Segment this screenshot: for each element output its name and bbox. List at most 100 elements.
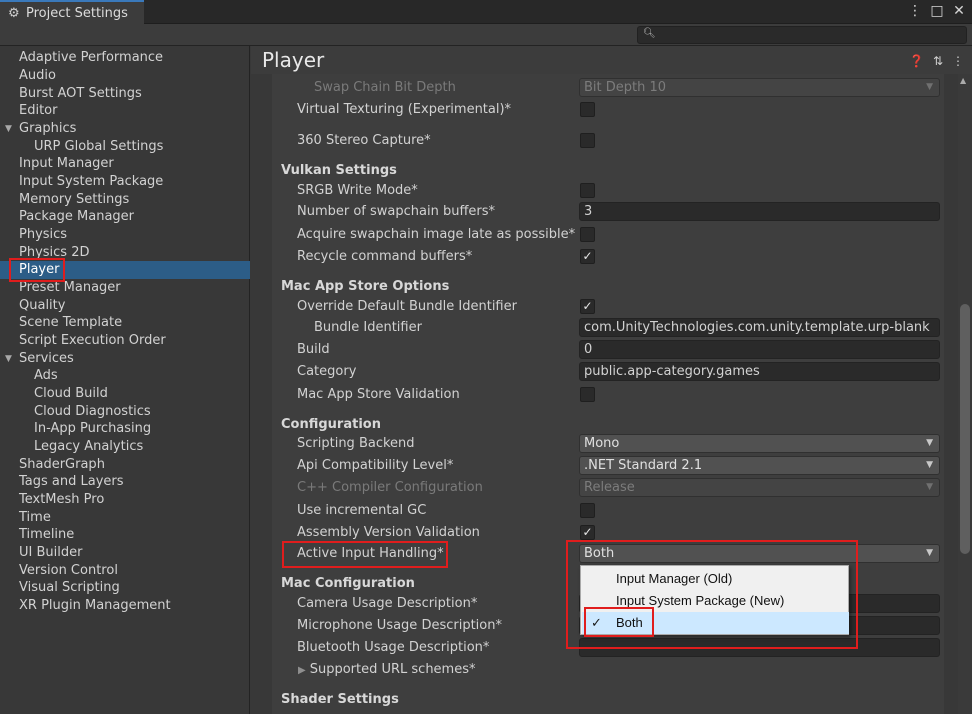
sidebar-item-services[interactable]: ▼ Services xyxy=(0,350,250,368)
scripting-backend-dropdown[interactable]: Mono ▼ xyxy=(579,434,940,453)
dropdown-value: Release xyxy=(584,480,635,495)
sidebar-item-input-system-package[interactable]: Input System Package xyxy=(0,173,250,191)
api-level-dropdown[interactable]: .NET Standard 2.1 ▼ xyxy=(579,456,940,475)
sidebar-item-label: Memory Settings xyxy=(19,192,130,207)
sidebar-item-version-control[interactable]: Version Control xyxy=(0,562,250,580)
virtual-texturing-checkbox[interactable] xyxy=(580,102,595,117)
srgb-write-label: SRGB Write Mode* xyxy=(297,183,418,198)
sidebar-item-textmesh-pro[interactable]: TextMesh Pro xyxy=(0,491,250,509)
url-schemes-row[interactable]: ▶ Supported URL schemes* xyxy=(272,660,944,680)
acquire-late-checkbox[interactable] xyxy=(580,227,595,242)
scroll-up-icon[interactable]: ▲ xyxy=(960,76,966,85)
sidebar-item-label: Visual Scripting xyxy=(19,580,120,595)
sidebar-item-cloud-build[interactable]: Cloud Build xyxy=(0,385,250,403)
foldout-arrow-icon: ▶ xyxy=(298,665,306,676)
sidebar-item-adaptive-performance[interactable]: Adaptive Performance xyxy=(0,49,250,67)
assembly-validation-checkbox[interactable]: ✓ xyxy=(580,525,595,540)
chevron-down-icon: ▼ xyxy=(926,82,933,92)
menu-icon[interactable]: ⋮ xyxy=(952,54,964,68)
stereo-capture-checkbox[interactable] xyxy=(580,133,595,148)
dropdown-value: .NET Standard 2.1 xyxy=(584,458,703,473)
maximize-button[interactable]: □ xyxy=(930,3,944,19)
sidebar-item-label: TextMesh Pro xyxy=(19,492,105,507)
store-validation-checkbox[interactable] xyxy=(580,387,595,402)
chevron-down-icon: ▼ xyxy=(926,438,933,448)
tab-title: Project Settings xyxy=(26,6,128,21)
expand-arrow-icon[interactable]: ▼ xyxy=(5,350,12,368)
store-validation-label: Mac App Store Validation xyxy=(297,387,460,402)
sidebar-item-cloud-diagnostics[interactable]: Cloud Diagnostics xyxy=(0,403,250,421)
chevron-down-icon: ▼ xyxy=(926,482,933,492)
sidebar-item-label: Input System Package xyxy=(19,174,164,189)
sidebar-item-label: URP Global Settings xyxy=(34,139,164,154)
sidebar-item-ui-builder[interactable]: UI Builder xyxy=(0,544,250,562)
sidebar-item-input-manager[interactable]: Input Manager xyxy=(0,155,250,173)
sidebar-item-quality[interactable]: Quality xyxy=(0,297,250,315)
sidebar-item-in-app-purchasing[interactable]: In-App Purchasing xyxy=(0,420,250,438)
annotation-box-both-option xyxy=(584,607,654,637)
search-bar: 🔍︎ xyxy=(0,24,972,46)
sidebar-item-memory-settings[interactable]: Memory Settings xyxy=(0,191,250,209)
sidebar-item-tags-layers[interactable]: Tags and Layers xyxy=(0,473,250,491)
sidebar-item-label: XR Plugin Management xyxy=(19,598,171,613)
sidebar-item-label: Physics xyxy=(19,227,68,242)
cpp-config-row: C++ Compiler Configuration Release ▼ xyxy=(272,478,944,498)
header-icons: ❓ ⇅ ⋮ xyxy=(909,54,964,68)
sidebar-item-time[interactable]: Time xyxy=(0,509,250,527)
sidebar-item-urp-global[interactable]: URP Global Settings xyxy=(0,138,250,156)
sidebar-item-script-execution-order[interactable]: Script Execution Order xyxy=(0,332,250,350)
bundle-id-field[interactable]: com.UnityTechnologies.com.unity.template… xyxy=(579,318,940,337)
sidebar-item-ads[interactable]: Ads xyxy=(0,367,250,385)
recycle-buffers-row: Recycle command buffers* ✓ xyxy=(272,247,944,267)
srgb-write-checkbox[interactable] xyxy=(580,183,595,198)
sidebar-item-physics[interactable]: Physics xyxy=(0,226,250,244)
sidebar-item-xr-plugin-management[interactable]: XR Plugin Management xyxy=(0,597,250,615)
sidebar-item-shadergraph[interactable]: ShaderGraph xyxy=(0,456,250,474)
gear-icon: ⚙ xyxy=(8,6,20,21)
chevron-down-icon: ▼ xyxy=(926,460,933,470)
recycle-buffers-checkbox[interactable]: ✓ xyxy=(580,249,595,264)
sidebar-item-visual-scripting[interactable]: Visual Scripting xyxy=(0,579,250,597)
annotation-box-player xyxy=(9,258,65,282)
sidebar-item-scene-template[interactable]: Scene Template xyxy=(0,314,250,332)
sidebar-item-legacy-analytics[interactable]: Legacy Analytics xyxy=(0,438,250,456)
incremental-gc-label: Use incremental GC xyxy=(297,503,427,518)
sidebar-item-label: Timeline xyxy=(19,527,75,542)
scripting-backend-label: Scripting Backend xyxy=(297,436,415,451)
search-input[interactable]: 🔍︎ xyxy=(637,26,967,44)
main-header: Player ❓ ⇅ ⋮ xyxy=(251,46,972,74)
api-level-label: Api Compatibility Level* xyxy=(297,458,454,473)
close-button[interactable]: ✕ xyxy=(952,3,966,19)
annotation-box-active-input-label xyxy=(282,541,448,568)
cpp-config-label: C++ Compiler Configuration xyxy=(297,480,483,495)
more-options-button[interactable]: ⋮ xyxy=(908,3,922,19)
preset-icon[interactable]: ⇅ xyxy=(933,54,943,68)
category-field[interactable]: public.app-category.games xyxy=(579,362,940,381)
sidebar-item-graphics[interactable]: ▼ Graphics xyxy=(0,120,250,138)
search-icon: 🔍︎ xyxy=(643,28,656,39)
incremental-gc-checkbox[interactable] xyxy=(580,503,595,518)
swapchain-buffers-label: Number of swapchain buffers* xyxy=(297,204,496,219)
cpp-config-dropdown: Release ▼ xyxy=(579,478,940,497)
swapchain-buffers-field[interactable]: 3 xyxy=(579,202,940,221)
tab-project-settings[interactable]: ⚙ Project Settings xyxy=(0,0,144,25)
sidebar-item-label: Legacy Analytics xyxy=(34,439,144,454)
override-bundle-row: Override Default Bundle Identifier ✓ xyxy=(272,297,944,317)
swap-chain-bit-depth-dropdown: Bit Depth 10 ▼ xyxy=(579,78,940,97)
override-bundle-checkbox[interactable]: ✓ xyxy=(580,299,595,314)
chevron-down-icon: ▼ xyxy=(926,548,933,558)
scrollbar[interactable]: ▲ xyxy=(958,74,972,714)
sidebar-item-audio[interactable]: Audio xyxy=(0,67,250,85)
sidebar-item-burst-aot[interactable]: Burst AOT Settings xyxy=(0,85,250,103)
scripting-backend-row: Scripting Backend Mono ▼ xyxy=(272,434,944,454)
sidebar-item-timeline[interactable]: Timeline xyxy=(0,526,250,544)
help-icon[interactable]: ❓ xyxy=(909,54,924,68)
swap-chain-bit-depth-row: Swap Chain Bit Depth Bit Depth 10 ▼ xyxy=(272,78,944,98)
url-schemes-foldout[interactable]: ▶ Supported URL schemes* xyxy=(298,662,476,677)
sidebar-item-label: Preset Manager xyxy=(19,280,121,295)
expand-arrow-icon[interactable]: ▼ xyxy=(5,120,12,138)
build-field[interactable]: 0 xyxy=(579,340,940,359)
sidebar-item-package-manager[interactable]: Package Manager xyxy=(0,208,250,226)
sidebar-item-editor[interactable]: Editor xyxy=(0,102,250,120)
scrollbar-thumb[interactable] xyxy=(960,304,970,554)
